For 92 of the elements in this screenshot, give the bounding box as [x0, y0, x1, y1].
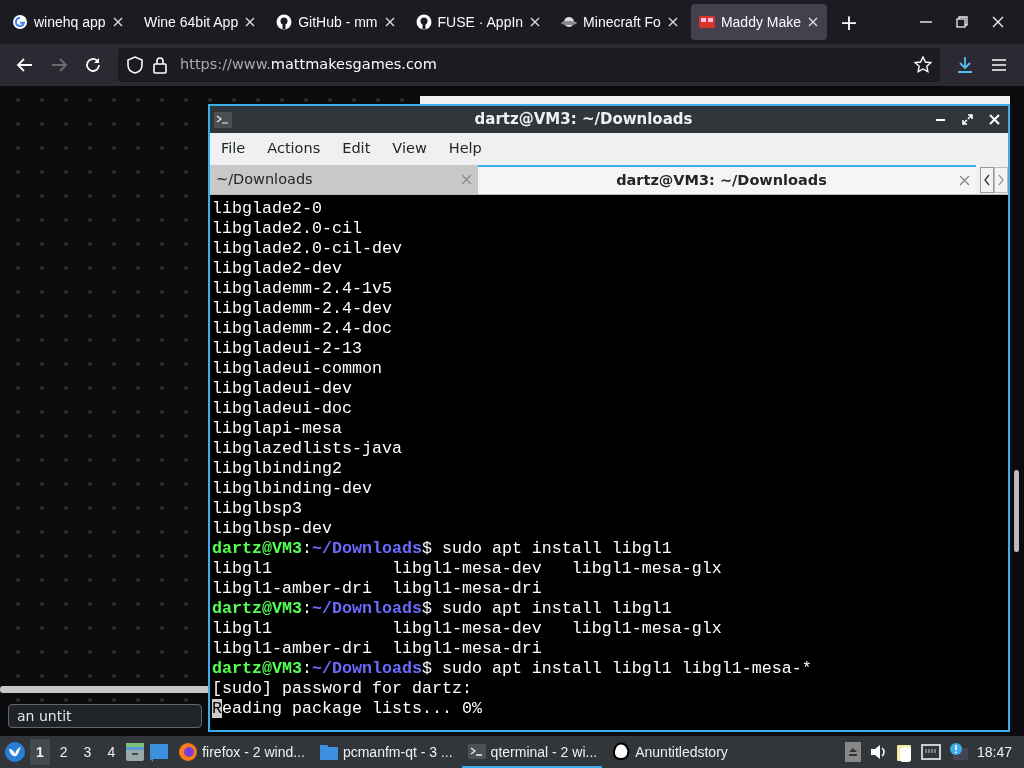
terminal-icon: [214, 111, 232, 128]
window-title: dartz@VM3: ~/Downloads: [473, 109, 694, 131]
browser-tab[interactable]: Maddy Make: [690, 4, 828, 40]
eject-icon[interactable]: [844, 742, 861, 762]
tab-title: Minecraft Fo: [583, 12, 661, 32]
google-icon: [12, 14, 28, 30]
taskbar-button[interactable]: firefox - 2 wind...: [173, 736, 310, 768]
menu-item[interactable]: View: [381, 138, 438, 160]
prompt-line: dartz@VM3:~/Downloads$ sudo apt install libgl1: [212, 539, 672, 559]
desktop-switcher[interactable]: 1: [30, 739, 50, 765]
tab-title: Wine 64bit App: [144, 12, 239, 32]
output-line: libgl1 libgl1-mesa-dev libgl1-mesa-glx: [212, 559, 722, 579]
clock: 18:47: [976, 742, 1012, 762]
output-line: libgladeui-dev: [212, 379, 352, 399]
new-tab-button[interactable]: +: [831, 4, 868, 40]
restore-icon[interactable]: [956, 16, 968, 28]
tab-title: FUSE · AppIn: [437, 12, 524, 32]
download-icon[interactable]: [956, 56, 974, 74]
taskbar-button[interactable]: Anuntitledstory: [606, 736, 733, 768]
page-scrollbar[interactable]: [0, 686, 210, 693]
close-icon[interactable]: [244, 16, 257, 28]
output-line: libgladeui-common: [212, 359, 382, 379]
menu-item[interactable]: File: [210, 138, 257, 160]
output-line: libgl1-amber-dri libgl1-mesa-dri: [212, 639, 542, 659]
clipboard-icon[interactable]: [894, 742, 913, 762]
scroll-left-icon[interactable]: [980, 166, 994, 193]
taskbar-button[interactable]: pcmanfm-qt - 3 ...: [313, 736, 458, 768]
menu-item[interactable]: Edit: [331, 138, 382, 160]
firefox-icon: [178, 741, 199, 763]
lock-icon[interactable]: [152, 56, 168, 74]
github-icon: [276, 14, 293, 30]
shield-icon[interactable]: [126, 56, 144, 74]
output-line: libglade2-0: [212, 199, 322, 219]
close-icon[interactable]: [807, 16, 820, 28]
volume-icon[interactable]: [868, 742, 887, 762]
browser-tab[interactable]: winehq app: [4, 4, 132, 40]
output-line: libglade2.0-cil-dev: [212, 239, 402, 259]
close-icon[interactable]: [529, 16, 542, 28]
notification-icon[interactable]: [948, 742, 969, 762]
output-line: libgl1 libgl1-mesa-dev libgl1-mesa-glx: [212, 619, 722, 639]
output-line: libglade2.0-cil: [212, 219, 362, 239]
menu-icon[interactable]: [990, 56, 1008, 74]
prompt-line: dartz@VM3:~/Downloads$ sudo apt install libgl1 libgl1-mesa-*: [212, 659, 812, 679]
taskbar-button[interactable]: qterminal - 2 wi...: [461, 736, 603, 768]
reload-icon[interactable]: [84, 56, 102, 74]
output-line: libglbinding-dev: [212, 479, 372, 499]
start-menu-icon[interactable]: [4, 741, 26, 763]
forward-icon[interactable]: [50, 56, 68, 74]
output-line: libglademm-2.4-dev: [212, 299, 392, 319]
browser-tab[interactable]: FUSE · AppIn: [407, 4, 550, 40]
browser-tab[interactable]: GitHub - mm: [268, 4, 404, 40]
prompt-line: dartz@VM3:~/Downloads$ sudo apt install libgl1: [212, 599, 672, 619]
output-line: libglbsp-dev: [212, 519, 332, 539]
browser-tab[interactable]: Minecraft Fo: [553, 4, 687, 40]
game-icon: [698, 14, 715, 30]
output-line: libglbinding2: [212, 459, 342, 479]
output-line: libglbsp3: [212, 499, 302, 519]
file-cabinet-icon[interactable]: [125, 741, 146, 763]
text-input[interactable]: an untit: [8, 704, 202, 728]
output-line: libgladeui-2-13: [212, 339, 362, 359]
output-line: libglade2-dev: [212, 259, 342, 279]
terminal-tab[interactable]: dartz@VM3: ~/Downloads: [478, 165, 976, 194]
desktop-switcher[interactable]: 2: [53, 739, 74, 765]
close-icon[interactable]: [666, 16, 679, 28]
address-bar[interactable]: https://www.mattmakesgames.com: [118, 48, 940, 82]
back-icon[interactable]: [16, 56, 34, 74]
tab-title: Maddy Make: [720, 12, 802, 32]
output-line: libglazedlists-java: [212, 439, 402, 459]
scrollbar-thumb[interactable]: [1014, 470, 1019, 552]
desktop-switcher[interactable]: 4: [101, 739, 122, 765]
url-text: https://www.mattmakesgames.com: [180, 55, 437, 75]
maximize-icon[interactable]: [962, 114, 973, 125]
network-icon[interactable]: [920, 742, 941, 762]
menu-item[interactable]: Actions: [256, 138, 332, 160]
terminal-tab[interactable]: ~/Downloads: [210, 165, 478, 194]
browser-tab[interactable]: Wine 64bit App: [136, 4, 265, 40]
output-line: [sudo] password for dartz:: [212, 679, 472, 699]
output-line: libglapi-mesa: [212, 419, 342, 439]
bookmark-star-icon[interactable]: [914, 56, 932, 74]
window-icon[interactable]: [149, 741, 170, 763]
output-line: libgl1-amber-dri libgl1-mesa-dri: [212, 579, 542, 599]
tab-title: GitHub - mm: [298, 12, 378, 32]
output-line: libglademm-2.4-doc: [212, 319, 392, 339]
output-line: libglademm-2.4-1v5: [212, 279, 392, 299]
planet-icon: [561, 14, 578, 30]
output-line: Reading package lists... 0%: [212, 699, 482, 719]
menu-item[interactable]: Help: [437, 138, 493, 160]
output-line: libgladeui-doc: [212, 399, 352, 419]
github-icon: [415, 14, 432, 30]
blob-icon: [611, 741, 632, 763]
tab-title: winehq app: [34, 12, 106, 32]
desktop-switcher[interactable]: 3: [77, 739, 98, 765]
